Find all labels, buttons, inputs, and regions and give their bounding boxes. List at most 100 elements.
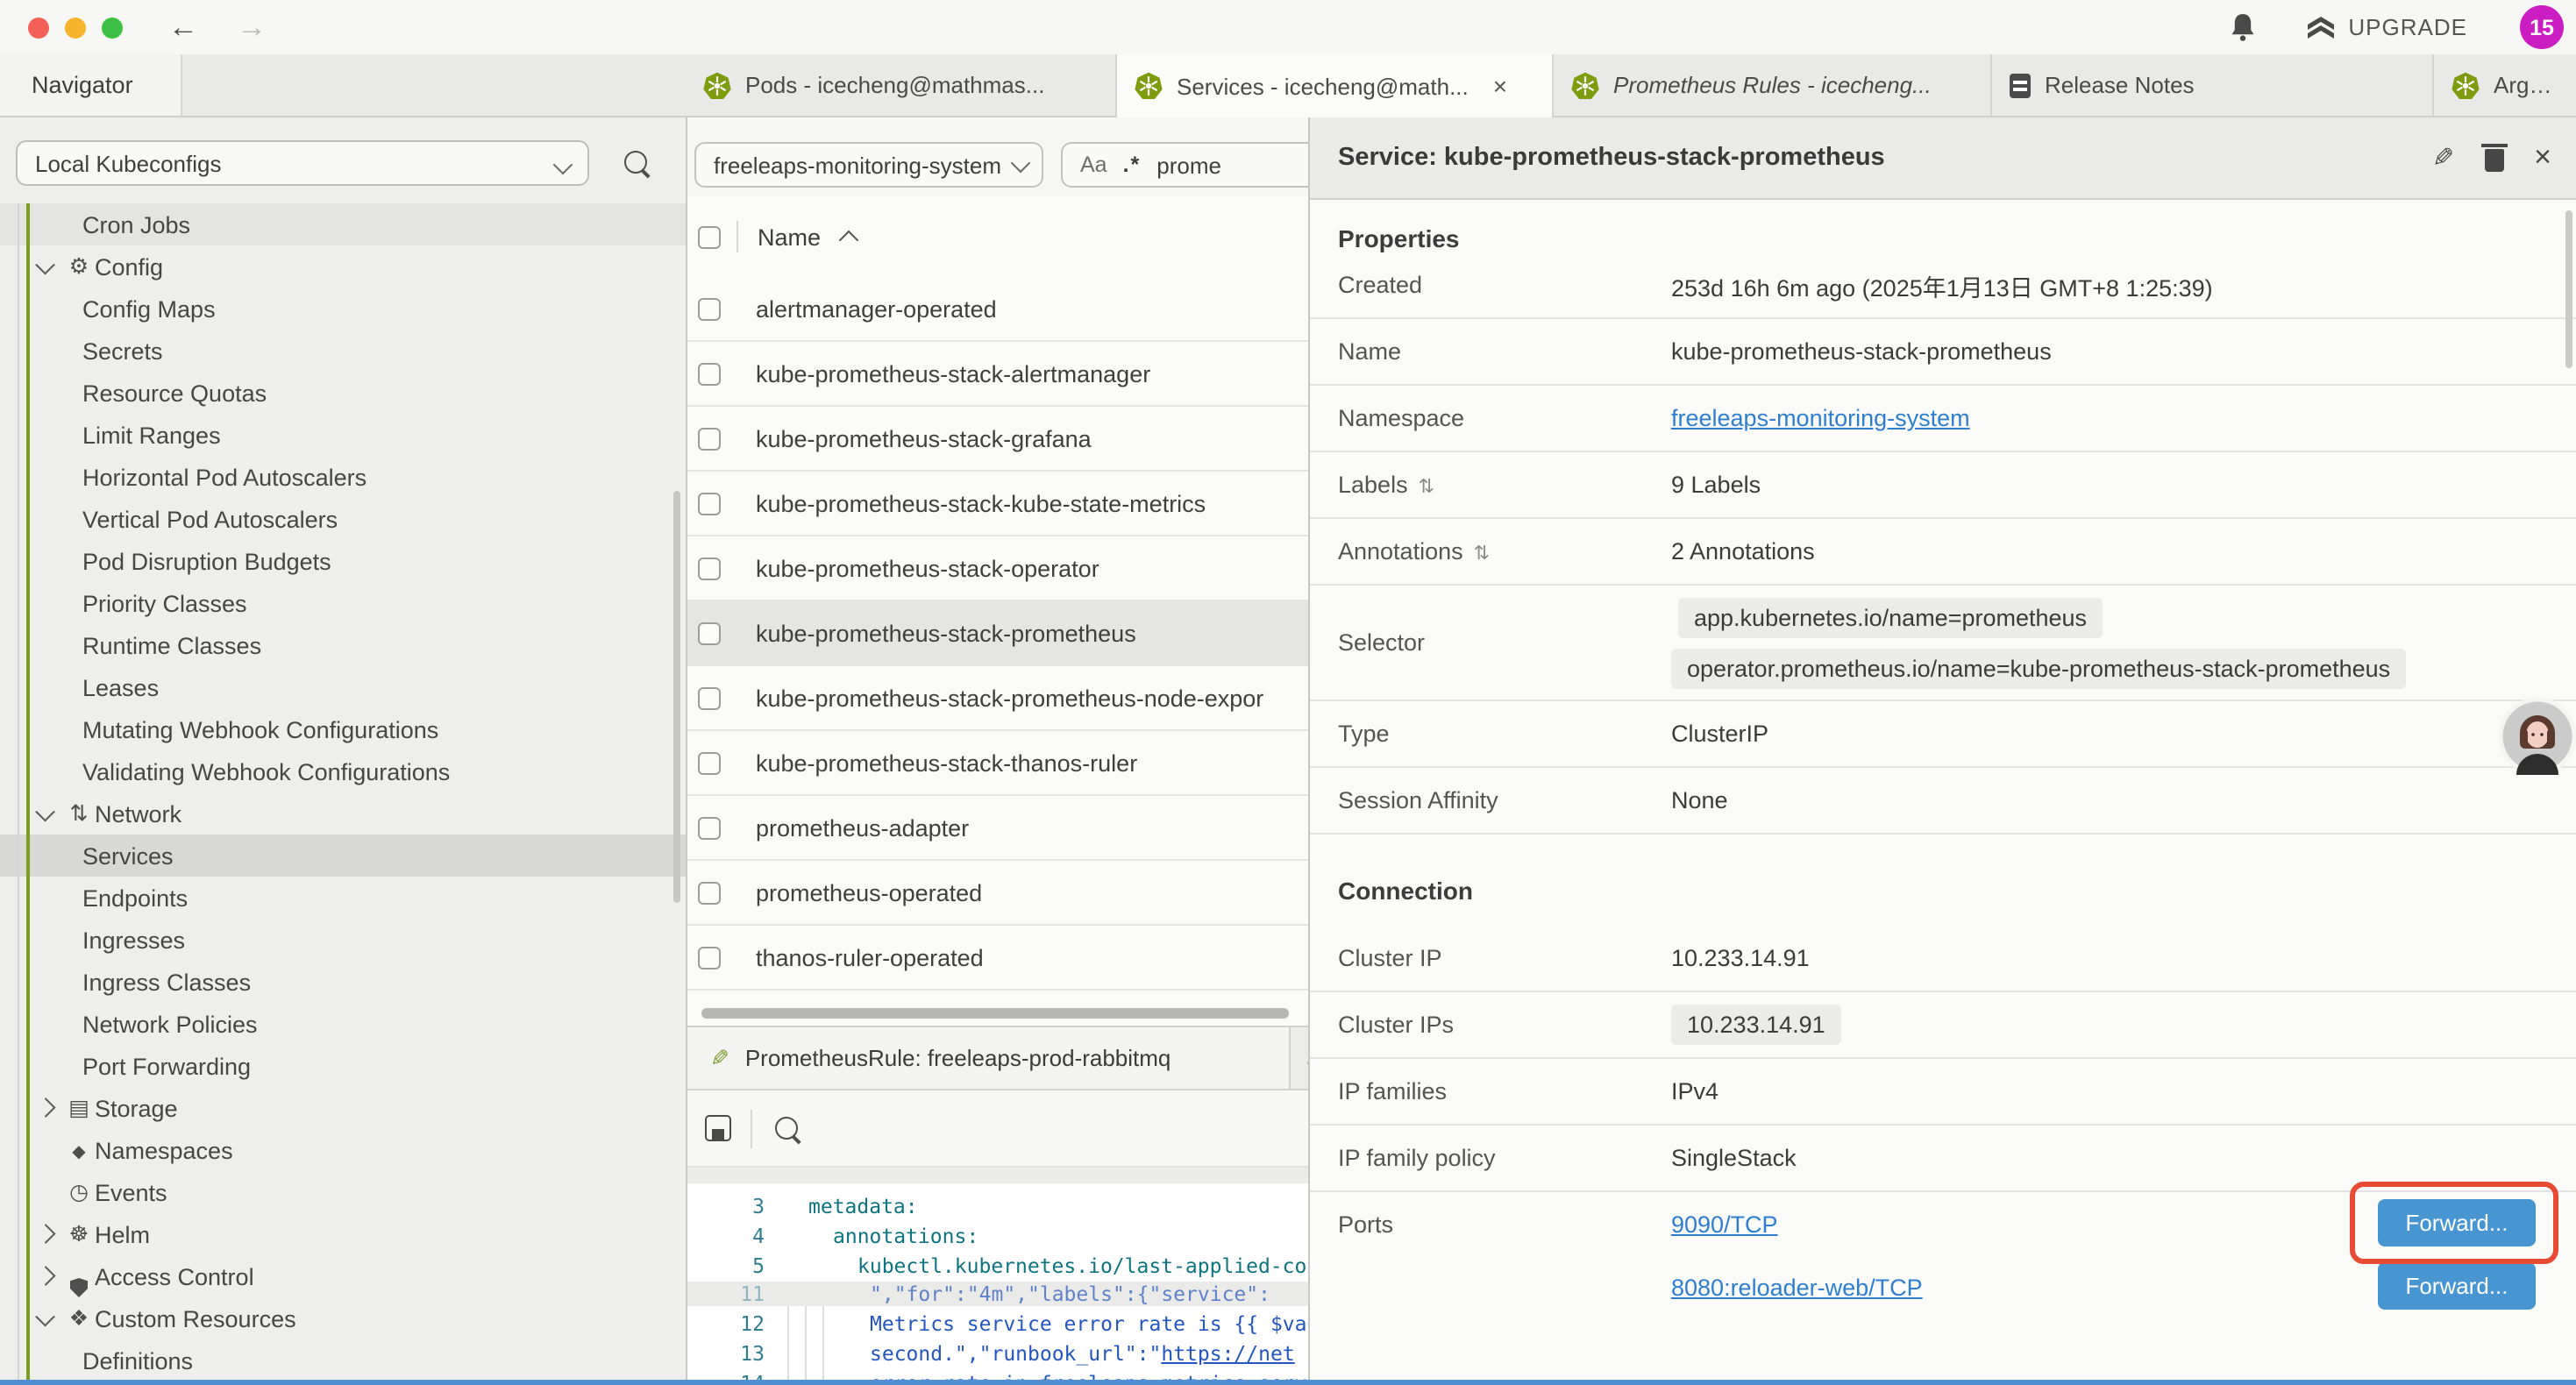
row-checkbox[interactable] (698, 492, 721, 515)
notifications-bell-icon[interactable] (2229, 11, 2257, 43)
horizontal-scrollbar[interactable] (701, 1008, 1289, 1019)
sidebar-item[interactable]: Definitions (0, 1339, 686, 1380)
select-all-checkbox[interactable] (698, 225, 721, 248)
row-checkbox[interactable] (698, 297, 721, 320)
notification-count-badge[interactable]: 15 (2520, 5, 2564, 49)
row-checkbox[interactable] (698, 816, 721, 839)
sidebar-item[interactable]: Events (0, 1171, 686, 1213)
table-row[interactable]: kube-prometheus-stack-prometheus (687, 601, 1308, 666)
sidebar-item[interactable]: Endpoints (0, 877, 686, 919)
editor-tab-prometheusrule[interactable]: ✎ PrometheusRule: freeleaps-prod-rabbitm… (687, 1027, 1291, 1089)
sidebar-item[interactable]: Cron Jobs (0, 203, 686, 245)
sidebar-item[interactable]: Network Policies (0, 1003, 686, 1045)
tab-prometheus-rules[interactable]: Prometheus Rules - icecheng... (1554, 54, 1992, 116)
yaml-editor[interactable]: 3 metadata: 4 annotations: 5 kubectl.kub… (687, 1183, 1308, 1380)
close-panel-icon[interactable]: × (2534, 142, 2551, 172)
row-checkbox[interactable] (698, 621, 721, 644)
tree-chevron-icon[interactable] (39, 1102, 63, 1115)
sidebar-item[interactable]: Priority Classes (0, 582, 686, 624)
tab-pods[interactable]: Pods - icecheng@mathmas... (686, 54, 1117, 116)
sort-ascending-icon[interactable] (839, 231, 859, 251)
tab-argo[interactable]: Argo Se (2434, 54, 2576, 116)
row-checkbox[interactable] (698, 557, 721, 579)
port-link[interactable]: 8080:reloader-web/TCP (1671, 1274, 1923, 1300)
sidebar-item[interactable]: Limit Ranges (0, 414, 686, 456)
save-icon[interactable] (705, 1115, 731, 1141)
table-row[interactable]: kube-prometheus-stack-thanos-ruler (687, 731, 1308, 796)
table-row[interactable]: kube-prometheus-stack-kube-state-metrics (687, 472, 1308, 536)
sidebar-item[interactable]: Resource Quotas (0, 372, 686, 414)
sidebar-item[interactable]: Storage (0, 1087, 686, 1129)
tree-chevron-icon[interactable] (39, 1270, 63, 1283)
kubeconfig-select[interactable]: Local Kubeconfigs (16, 140, 589, 186)
port-forward-button[interactable]: Forward... (2378, 1262, 2536, 1310)
sidebar-item[interactable]: Access Control (0, 1255, 686, 1297)
row-checkbox[interactable] (698, 362, 721, 385)
tree-chevron-icon[interactable] (39, 263, 63, 271)
window-minimize-button[interactable] (65, 17, 86, 38)
forward-icon[interactable]: → (237, 12, 267, 42)
sidebar-item[interactable]: Ingresses (0, 919, 686, 961)
table-row[interactable]: kube-prometheus-stack-alertmanager (687, 342, 1308, 407)
table-row[interactable]: prometheus-adapter (687, 796, 1308, 861)
row-checkbox[interactable] (698, 751, 721, 774)
tab-navigator[interactable]: Navigator (0, 54, 182, 116)
sort-toggle-icon[interactable] (1419, 472, 1434, 498)
sidebar-item[interactable]: Helm (0, 1213, 686, 1255)
back-icon[interactable]: ← (168, 12, 198, 42)
sidebar-item[interactable]: Vertical Pod Autoscalers (0, 498, 686, 540)
sidebar-item[interactable]: Validating Webhook Configurations (0, 750, 686, 792)
row-checkbox[interactable] (698, 427, 721, 450)
namespace-select[interactable]: freeleaps-monitoring-system (694, 142, 1043, 188)
editor-tab-next[interactable]: ✎ (1291, 1027, 1308, 1089)
editor-search-icon[interactable] (775, 1117, 798, 1140)
table-row[interactable]: alertmanager-operated (687, 277, 1308, 342)
search-input[interactable] (1156, 152, 1262, 178)
sort-toggle-icon[interactable] (1474, 538, 1490, 565)
runbook-url-link[interactable]: https://net (1161, 1340, 1294, 1365)
table-row[interactable]: kube-prometheus-stack-operator (687, 536, 1308, 601)
column-header-name[interactable]: Name (758, 224, 821, 250)
upgrade-button[interactable]: UPGRADE (2306, 13, 2467, 41)
window-zoom-button[interactable] (102, 17, 123, 38)
sidebar-item[interactable]: Services (0, 835, 686, 877)
tab-close-icon[interactable]: × (1493, 72, 1507, 100)
sidebar-item[interactable]: Pod Disruption Budgets (0, 540, 686, 582)
window-close-button[interactable] (28, 17, 49, 38)
sidebar-item[interactable]: Port Forwarding (0, 1045, 686, 1087)
row-checkbox[interactable] (698, 881, 721, 904)
sidebar-item[interactable]: Runtime Classes (0, 624, 686, 666)
table-row[interactable]: prometheus-operated (687, 861, 1308, 926)
sidebar-item[interactable]: Config (0, 245, 686, 288)
port-link[interactable]: 9090/TCP (1671, 1211, 1778, 1237)
tree-chevron-icon[interactable] (39, 1315, 63, 1323)
user-avatar[interactable] (2499, 698, 2576, 775)
sidebar-item[interactable]: Secrets (0, 330, 686, 372)
table-row[interactable]: thanos-ruler-operated (687, 926, 1308, 991)
delete-resource-icon[interactable] (2485, 148, 2504, 171)
tree-chevron-icon[interactable] (39, 810, 63, 818)
sidebar-item[interactable]: Ingress Classes (0, 961, 686, 1003)
sidebar-item[interactable]: Config Maps (0, 288, 686, 330)
match-case-toggle[interactable]: Aa (1080, 153, 1107, 177)
sidebar-item[interactable]: Mutating Webhook Configurations (0, 708, 686, 750)
sidebar-search-icon[interactable] (624, 151, 647, 174)
regex-toggle[interactable]: .* (1123, 153, 1142, 177)
row-checkbox[interactable] (698, 946, 721, 969)
table-row[interactable]: kube-prometheus-stack-prometheus-node-ex… (687, 666, 1308, 731)
edit-resource-icon[interactable]: ✎ (2433, 141, 2455, 173)
sidebar-item[interactable]: Network (0, 792, 686, 835)
port-forward-button[interactable]: Forward... (2378, 1199, 2536, 1246)
sidebar-item[interactable]: Namespaces (0, 1129, 686, 1171)
detail-scrollbar[interactable] (2565, 210, 2572, 368)
table-row[interactable]: kube-prometheus-stack-grafana (687, 407, 1308, 472)
property-value: SingleStack (1671, 1145, 1797, 1171)
tab-release-notes[interactable]: Release Notes (1992, 54, 2434, 116)
row-checkbox[interactable] (698, 686, 721, 709)
sidebar-item[interactable]: Horizontal Pod Autoscalers (0, 456, 686, 498)
tree-chevron-icon[interactable] (39, 1228, 63, 1241)
tab-services[interactable]: Services - icecheng@math... × (1117, 54, 1554, 117)
sidebar-item[interactable]: Leases (0, 666, 686, 708)
sidebar-scrollbar[interactable] (673, 491, 680, 903)
sidebar-item[interactable]: Custom Resources (0, 1297, 686, 1339)
